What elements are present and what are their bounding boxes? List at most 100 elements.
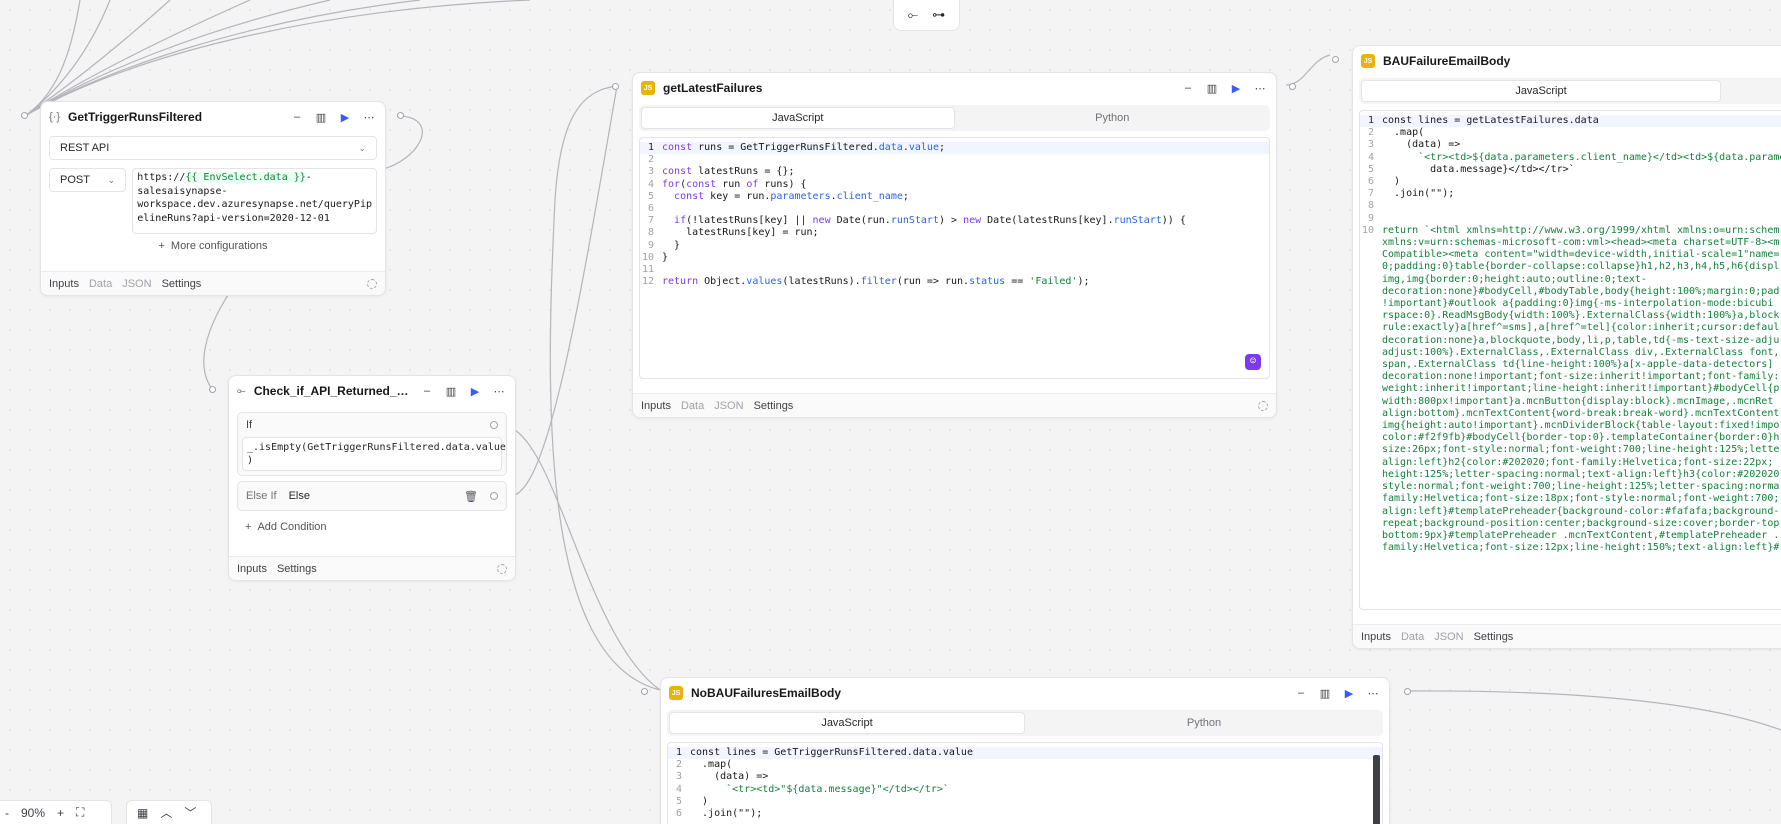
minimap-icon[interactable]: ▦ xyxy=(137,806,148,820)
tab-json[interactable]: JSON xyxy=(714,400,743,412)
split-view-icon[interactable]: ▥ xyxy=(313,109,329,125)
node-title: NoBAUFailuresEmailBody xyxy=(691,686,842,700)
tab-inputs[interactable]: Inputs xyxy=(641,400,671,412)
output-port[interactable] xyxy=(1289,83,1296,90)
tab-data[interactable]: Data xyxy=(681,400,704,412)
loading-icon xyxy=(367,278,377,289)
tab-settings[interactable]: Settings xyxy=(1474,631,1514,643)
tab-python[interactable]: Python xyxy=(1027,712,1381,734)
node-check-api-returned[interactable]: ⟜ Check_if_API_Returned_A... – ▥ ▶ ⋯ If … xyxy=(228,375,516,581)
output-port[interactable] xyxy=(1404,688,1411,695)
run-icon[interactable]: ▶ xyxy=(1228,80,1244,96)
tab-javascript[interactable]: JavaScript xyxy=(669,712,1025,734)
line-number: 2 xyxy=(675,759,682,771)
minimize-icon[interactable]: – xyxy=(1293,685,1309,701)
chevron-up-icon[interactable]: ︿ xyxy=(160,804,172,821)
tab-inputs[interactable]: Inputs xyxy=(49,278,79,290)
input-port[interactable] xyxy=(1332,56,1339,63)
input-port[interactable] xyxy=(641,688,648,695)
line-number xyxy=(1360,347,1382,359)
tab-javascript[interactable]: JavaScript xyxy=(641,107,955,129)
output-port[interactable] xyxy=(397,112,404,119)
code-line: family:Helvetica;font-size:12px;line-hei… xyxy=(1360,542,1781,554)
else-if-button[interactable]: Else If xyxy=(246,490,277,502)
fit-view-icon[interactable]: ⛶ xyxy=(76,805,84,820)
input-port[interactable] xyxy=(612,83,619,90)
url-input[interactable]: https://{{ EnvSelect.data }}- salesaisyn… xyxy=(132,168,377,234)
zoom-in-button[interactable]: + xyxy=(57,806,64,820)
condition-input[interactable]: _.isEmpty(GetTriggerRunsFiltered.data.va… xyxy=(242,437,506,471)
line-number xyxy=(1360,444,1382,456)
node-get-latest-failures[interactable]: JS getLatestFailures – ▥ ▶ ⋯ JavaScript … xyxy=(632,72,1277,418)
split-view-icon[interactable]: ▥ xyxy=(1204,80,1220,96)
line-number xyxy=(1360,432,1382,444)
node-no-bau-failures-email-body[interactable]: JS NoBAUFailuresEmailBody – ▥ ▶ ⋯ JavaSc… xyxy=(660,677,1390,824)
scrollbar[interactable] xyxy=(1373,755,1380,824)
split-view-icon[interactable]: ▥ xyxy=(443,383,459,399)
code-line: decoration:none!important;font-size:inhe… xyxy=(1360,371,1781,383)
node-header: {·} GetTriggerRunsFiltered – ▥ ▶ ⋯ xyxy=(41,102,385,132)
code-line: !important}#outlook a{padding:0}img{-ms-… xyxy=(1360,298,1781,310)
code-line: 8 xyxy=(1360,200,1781,212)
split-view-icon[interactable]: ▥ xyxy=(1317,685,1333,701)
run-icon[interactable]: ▶ xyxy=(1341,685,1357,701)
node-get-trigger-runs[interactable]: {·} GetTriggerRunsFiltered – ▥ ▶ ⋯ REST … xyxy=(40,101,386,296)
minimize-icon[interactable]: – xyxy=(419,383,435,399)
tab-python[interactable]: Python xyxy=(957,107,1269,129)
node-footer: Inputs Data JSON Settings xyxy=(1353,624,1781,648)
more-icon[interactable]: ⋯ xyxy=(361,109,377,125)
tab-json[interactable]: JSON xyxy=(1434,631,1463,643)
method-select[interactable]: POST ⌄ xyxy=(49,168,127,192)
more-configurations-button[interactable]: + More configurations xyxy=(41,240,385,252)
tab-data[interactable]: Data xyxy=(1401,631,1424,643)
run-icon[interactable]: ▶ xyxy=(467,383,483,399)
tab-python[interactable] xyxy=(1723,80,1781,102)
tree-layout-icon[interactable]: ⊶ xyxy=(932,7,945,23)
add-condition-button[interactable]: + Add Condition xyxy=(245,521,515,533)
code-line: decoration:none}#bodyCell,#bodyTable,bod… xyxy=(1360,286,1781,298)
rest-api-icon: {·} xyxy=(49,111,61,123)
code-text: (data) => xyxy=(1382,139,1461,151)
request-type-select[interactable]: REST API ⌄ xyxy=(49,136,377,160)
code-text: 0;padding:0}table{border-collapse:collap… xyxy=(1382,261,1780,273)
code-editor[interactable]: 1 const lines = getLatestFailures.data 2 .… xyxy=(1359,110,1781,610)
minimize-icon[interactable]: – xyxy=(1180,80,1196,96)
tab-json[interactable]: JSON xyxy=(122,278,151,290)
tab-inputs[interactable]: Inputs xyxy=(237,563,267,575)
more-icon[interactable]: ⋯ xyxy=(1365,685,1381,701)
code-text: align:left}h2{color:#202020;font-family:… xyxy=(1382,456,1774,468)
code-editor[interactable]: 1 const runs = GetTriggerRunsFiltered.dat… xyxy=(639,137,1270,379)
code-text: ) xyxy=(1382,176,1401,188)
code-line: 0;padding:0}table{border-collapse:collap… xyxy=(1360,261,1781,273)
code-line: height:125%;letter-spacing:normal;text-a… xyxy=(1360,469,1781,481)
code-text: decoration:none!important;font-size:inhe… xyxy=(1382,371,1780,383)
tab-settings[interactable]: Settings xyxy=(277,563,317,575)
code-line: xmlns:v=urn:schemas-microsoft-com:vml><h… xyxy=(1360,237,1781,249)
zoom-out-button[interactable]: - xyxy=(5,806,9,820)
code-editor[interactable]: 1 const lines = GetTriggerRunsFiltered.da… xyxy=(667,742,1383,824)
trash-icon[interactable]: 🗑 xyxy=(464,490,478,503)
condition-handle-icon[interactable] xyxy=(490,492,498,500)
minimize-icon[interactable]: – xyxy=(289,109,305,125)
graph-layout-icon[interactable]: ⟜ xyxy=(908,7,918,23)
code-line: style:normal;font-weight:700;line-height… xyxy=(1360,481,1781,493)
chevron-down-icon[interactable]: ﹀ xyxy=(184,804,196,821)
more-icon[interactable]: ⋯ xyxy=(491,383,507,399)
run-icon[interactable]: ▶ xyxy=(337,109,353,125)
more-icon[interactable]: ⋯ xyxy=(1252,80,1268,96)
code-line: 10 return `<html xmlns=http://www.w3.org/… xyxy=(1360,225,1781,237)
code-line: repeat;background-position:center;backgr… xyxy=(1360,518,1781,530)
tab-settings[interactable]: Settings xyxy=(162,278,202,290)
tab-settings[interactable]: Settings xyxy=(754,400,794,412)
condition-handle-icon[interactable] xyxy=(490,421,498,429)
line-number: 1 xyxy=(675,747,682,758)
line-number xyxy=(1360,542,1382,554)
tab-javascript[interactable]: JavaScript xyxy=(1361,80,1721,102)
assistant-icon[interactable]: ☺ xyxy=(1245,354,1261,370)
tab-inputs[interactable]: Inputs xyxy=(1361,631,1391,643)
input-port[interactable] xyxy=(21,112,28,119)
node-bau-failure-email-body[interactable]: JS BAUFailureEmailBody JavaScript 1 const… xyxy=(1352,45,1781,649)
tab-data[interactable]: Data xyxy=(89,278,112,290)
input-port[interactable] xyxy=(209,386,216,393)
node-footer: Inputs Data JSON Settings xyxy=(41,271,385,295)
